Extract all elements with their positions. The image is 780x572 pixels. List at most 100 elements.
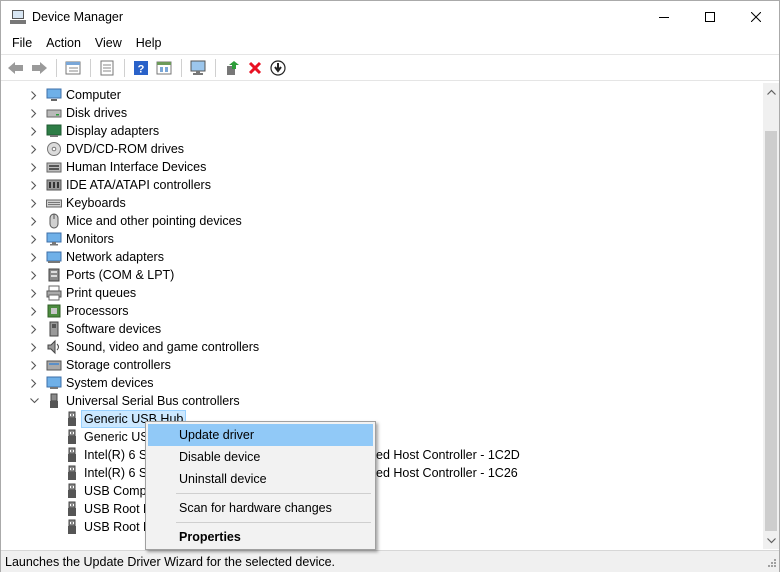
chevron-right-icon[interactable] [29,288,39,298]
menu-bar: File Action View Help [1,32,779,54]
properties-button[interactable] [96,57,118,79]
tree-category-print-queues[interactable]: Print queues [29,284,136,302]
chevron-right-icon[interactable] [29,342,39,352]
help-button[interactable]: ? [130,57,152,79]
close-button[interactable] [733,1,779,32]
tree-category-monitors[interactable]: Monitors [29,230,114,248]
tree-category-label: DVD/CD-ROM drives [66,142,185,156]
menu-action[interactable]: Action [39,34,88,52]
chevron-down-icon[interactable] [29,396,39,406]
chevron-right-icon[interactable] [29,90,39,100]
toolbar-separator [56,58,57,77]
menu-view[interactable]: View [88,34,129,52]
device-tree[interactable]: Computer Disk drives Display adapters DVD/C… [2,83,763,549]
tree-category-label: Print queues [66,286,137,300]
update-driver-button[interactable] [221,57,243,79]
scroll-up-button[interactable] [763,83,779,100]
minimize-button[interactable] [641,1,687,32]
chevron-right-icon[interactable] [29,198,39,208]
device-list-button[interactable] [62,57,84,79]
usb-device-row[interactable]: Intel(R) 6 Se [64,464,154,482]
maximize-button[interactable] [687,1,733,32]
tree-category-disk-drives[interactable]: Disk drives [29,104,127,122]
update-driver-menu-item[interactable]: Update driver [148,424,373,446]
chevron-right-icon[interactable] [29,324,39,334]
tree-category-storage-controllers[interactable]: Storage controllers [29,356,171,374]
tree-category-computer[interactable]: Computer [29,86,121,104]
usb-device-row[interactable]: Generic US [64,428,149,446]
resource-view-button[interactable] [153,57,175,79]
device-manager-app-icon [10,9,26,25]
resize-grip-icon[interactable] [765,558,777,570]
chevron-right-icon[interactable] [29,108,39,118]
chevron-right-icon[interactable] [29,162,39,172]
chevron-right-icon[interactable] [29,378,39,388]
tree-category-mice-and-other-pointing-devices[interactable]: Mice and other pointing devices [29,212,242,230]
usb-device-label: USB Root H [84,520,153,534]
tree-category-network-adapters[interactable]: Network adapters [29,248,164,266]
uninstall-device-button[interactable] [244,57,266,79]
usb-device-label: USB Comp [84,484,147,498]
chevron-right-icon[interactable] [29,234,39,244]
device-manager-window: Device Manager File Action View Help ? C… [0,0,780,572]
chevron-right-icon[interactable] [29,180,39,190]
usb-device-label-tail: ed Host Controller - 1C26 [376,466,518,480]
tree-category-label: Sound, video and game controllers [66,340,260,354]
tree-category-ports-com-lpt[interactable]: Ports (COM & LPT) [29,266,174,284]
uninstall-device-menu-item[interactable]: Uninstall device [148,468,373,490]
tree-category-label: Ports (COM & LPT) [66,268,175,282]
usb-device-row[interactable]: USB Comp [64,482,147,500]
keyboard-icon [46,195,62,211]
usb-device-icon [64,501,80,517]
chevron-right-icon[interactable] [29,270,39,280]
tree-category-ide-ata-atapi-controllers[interactable]: IDE ATA/ATAPI controllers [29,176,211,194]
chevron-right-icon[interactable] [29,252,39,262]
toolbar-separator [124,58,125,77]
printer-icon [46,285,62,301]
dvd-drive-icon [46,141,62,157]
scrollbar-thumb[interactable] [765,131,777,531]
scan-hardware-menu-item[interactable]: Scan for hardware changes [148,497,373,519]
menu-separator [176,493,371,494]
vertical-scrollbar[interactable] [763,83,779,549]
usb-device-row[interactable]: USB Root H [64,500,152,518]
forward-button[interactable] [28,57,50,79]
chevron-right-icon[interactable] [29,126,39,136]
tree-category-human-interface-devices[interactable]: Human Interface Devices [29,158,206,176]
tree-category-universal-serial-bus-controllers[interactable]: Universal Serial Bus controllers [29,392,240,410]
forward-icon [32,61,47,74]
chevron-right-icon[interactable] [29,216,39,226]
scan-hardware-button[interactable] [187,57,209,79]
display-adapter-icon [46,123,62,139]
tree-category-display-adapters[interactable]: Display adapters [29,122,159,140]
tree-category-label: Computer [66,88,121,102]
uninstall-icon [248,61,262,74]
scroll-down-button[interactable] [763,532,779,549]
context-menu: Update driver Disable device Uninstall d… [145,421,376,550]
chevron-right-icon[interactable] [29,144,39,154]
properties-menu-item[interactable]: Properties [148,526,373,548]
menu-file[interactable]: File [5,34,39,52]
usb-device-row[interactable]: USB Root H [64,518,152,536]
tree-category-system-devices[interactable]: System devices [29,374,154,392]
usb-device-row[interactable]: Intel(R) 6 Se [64,446,154,464]
tree-category-sound-video-and-game-controllers[interactable]: Sound, video and game controllers [29,338,259,356]
usb-device-label: Generic US [84,430,149,444]
window-title: Device Manager [32,9,124,24]
menu-help[interactable]: Help [129,34,169,52]
tree-category-dvd-cd-rom-drives[interactable]: DVD/CD-ROM drives [29,140,184,158]
back-button[interactable] [5,57,27,79]
disable-device-menu-item[interactable]: Disable device [148,446,373,468]
tree-category-software-devices[interactable]: Software devices [29,320,161,338]
tree-category-label: IDE ATA/ATAPI controllers [66,178,211,192]
chevron-right-icon[interactable] [29,360,39,370]
chevron-right-icon[interactable] [29,306,39,316]
chevron-up-icon [766,89,776,95]
tree-category-processors[interactable]: Processors [29,302,129,320]
minimize-icon [659,16,669,18]
usb-device-label: USB Root H [84,502,153,516]
toolbar-separator [215,58,216,77]
download-driver-button[interactable] [267,57,289,79]
resource-view-icon [156,61,172,74]
tree-category-keyboards[interactable]: Keyboards [29,194,126,212]
